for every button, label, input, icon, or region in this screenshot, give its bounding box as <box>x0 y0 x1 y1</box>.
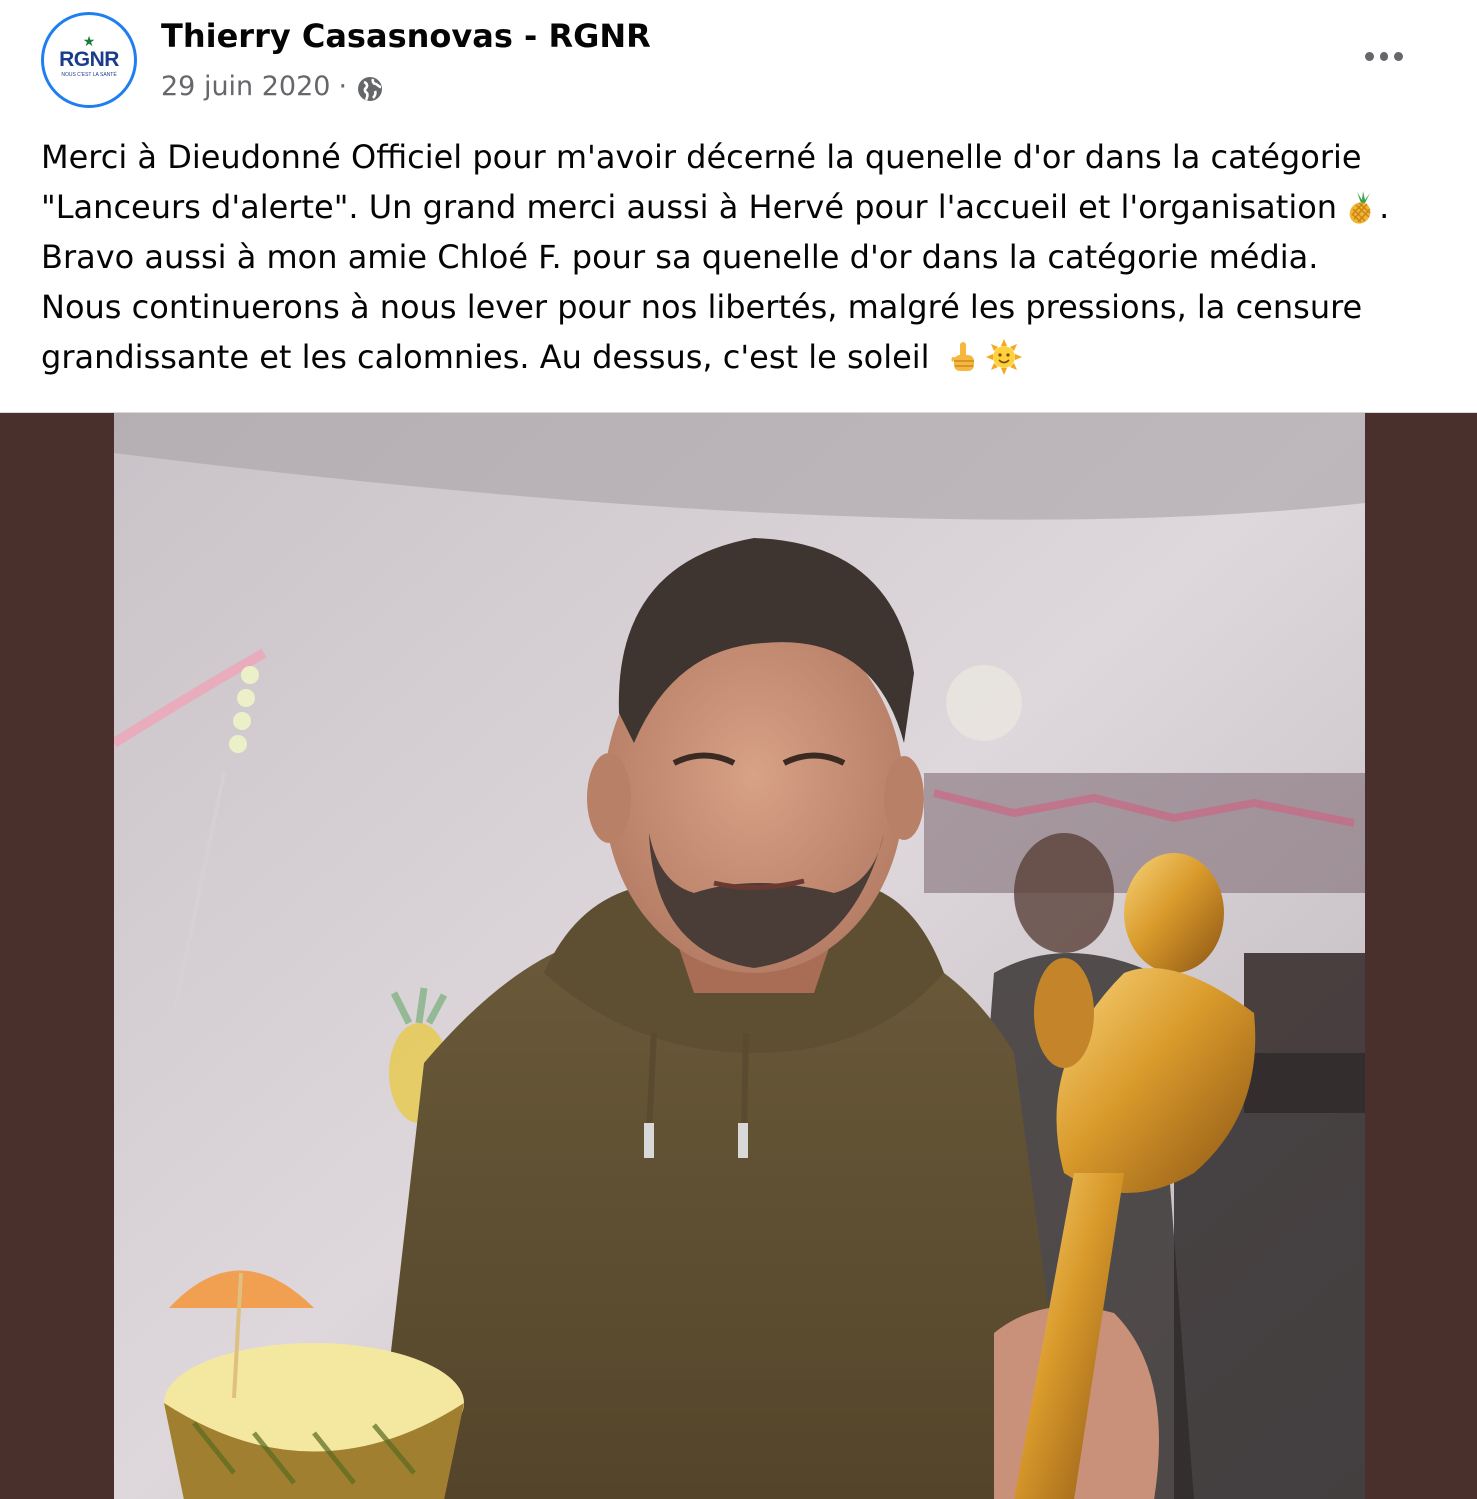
post-text-line: Nous continuerons à nous lever pour nos … <box>41 288 1363 326</box>
author-avatar[interactable]: ★ RGNR NOUS C'EST LA SANTÉ <box>41 12 137 108</box>
post-message: Merci à Dieudonné Officiel pour m'avoir … <box>41 132 1461 382</box>
avatar-star-icon: ★ <box>82 34 96 50</box>
post-header: ★ RGNR NOUS C'EST LA SANTÉ Thierry Casas… <box>0 0 1477 120</box>
facebook-post: ★ RGNR NOUS C'EST LA SANTÉ Thierry Casas… <box>0 0 1477 1499</box>
avatar-logo-subtext: NOUS C'EST LA SANTÉ <box>61 72 117 78</box>
avatar-logo: ★ RGNR NOUS C'EST LA SANTÉ <box>48 19 130 101</box>
globe-icon[interactable] <box>355 74 385 104</box>
avatar-logo-text: RGNR <box>59 48 119 71</box>
post-text-line: grandissante et les calomnies. Au dessus… <box>41 332 1461 382</box>
post-photo[interactable] <box>114 413 1365 1499</box>
post-text-segment: . <box>1379 188 1390 226</box>
more-options-button[interactable] <box>1362 34 1406 78</box>
pointing-up-icon <box>951 342 974 371</box>
post-text-line: Bravo aussi à mon amie Chloé F. pour sa … <box>41 238 1319 276</box>
post-date-link[interactable]: 29 juin 2020 <box>161 70 330 104</box>
more-dot <box>1394 51 1404 61</box>
author-name-link[interactable]: Thierry Casasnovas - RGNR <box>161 16 651 56</box>
pineapple-icon <box>1349 191 1371 224</box>
post-text-segment: grandissante et les calomnies. Au dessus… <box>41 338 930 376</box>
meta-separator: · <box>338 71 348 102</box>
post-photo-container <box>0 412 1477 1499</box>
post-meta: 29 juin 2020 · <box>161 70 385 104</box>
more-dot <box>1379 51 1389 61</box>
post-text-segment: "Lanceurs d'alerte". Un grand merci auss… <box>41 188 1338 226</box>
post-text-line: Merci à Dieudonné Officiel pour m'avoir … <box>41 138 1362 176</box>
post-text-line: "Lanceurs d'alerte". Un grand merci auss… <box>41 182 1461 232</box>
sun-face-icon <box>985 339 1022 375</box>
more-dot <box>1365 51 1374 61</box>
